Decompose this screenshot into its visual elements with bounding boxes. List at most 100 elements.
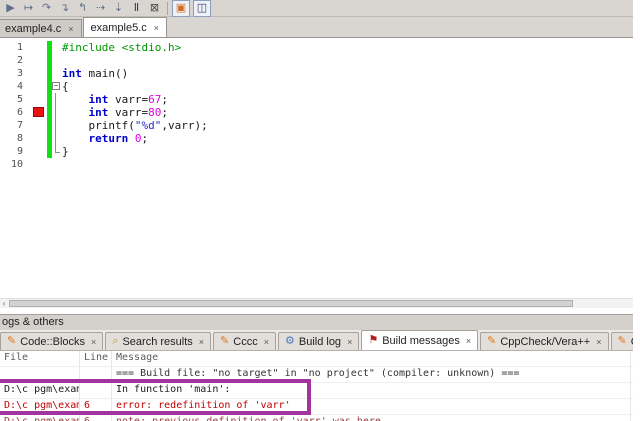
pause-debugger-button[interactable]: Ⅱ bbox=[129, 1, 144, 15]
fold-margin[interactable] bbox=[52, 67, 62, 80]
stop-debugger-button[interactable]: ⊠ bbox=[147, 1, 162, 15]
marker-margin[interactable] bbox=[26, 132, 47, 145]
code-editor[interactable]: 1 #include <stdio.h> 2 3 int main() 4 −{5 int … bbox=[0, 38, 633, 298]
code-line[interactable]: 6 int varr=80; bbox=[0, 106, 633, 119]
marker-margin[interactable] bbox=[26, 93, 47, 106]
scrollbar-thumb[interactable] bbox=[9, 300, 573, 307]
fold-guide-line bbox=[55, 106, 56, 119]
debug-toolbar: ▶ ↦ ↷ ↴ ↰ ⇢ ⇣ Ⅱ ⊠ ▣ ◫ bbox=[0, 0, 633, 17]
gear-icon: ⚙ bbox=[284, 335, 295, 347]
tab-close-icon[interactable]: × bbox=[68, 24, 73, 34]
build-messages-table: File Line Message === Build file: "no targe… bbox=[0, 351, 633, 421]
code-token: 67 bbox=[148, 93, 162, 106]
step-into-icon: ↴ bbox=[59, 1, 70, 14]
next-line-icon: ↷ bbox=[41, 1, 52, 14]
marker-margin[interactable] bbox=[26, 41, 47, 54]
table-row[interactable]: D:\c pgm\exam...6note: previous definiti… bbox=[0, 415, 633, 421]
logs-tab-build-messages[interactable]: ⚑ Build messages × bbox=[361, 330, 479, 350]
fold-margin[interactable] bbox=[52, 93, 62, 106]
code-token: ; bbox=[141, 132, 149, 145]
tab-close-icon[interactable]: × bbox=[199, 337, 204, 347]
next-instruction-button[interactable]: ⇢ bbox=[93, 1, 108, 15]
fold-collapse-icon[interactable]: − bbox=[52, 82, 60, 90]
codeblocks-window: ▶ ↦ ↷ ↴ ↰ ⇢ ⇣ Ⅱ ⊠ ▣ ◫ example4.c × example5.c × 1 #inc… bbox=[0, 0, 640, 421]
code-token: ; bbox=[161, 106, 168, 119]
logs-tab-cscope[interactable]: ✎Cscope× bbox=[610, 332, 633, 350]
fold-margin[interactable] bbox=[52, 132, 62, 145]
code-token: } bbox=[62, 145, 69, 158]
logs-panel-caption: ogs & others bbox=[0, 314, 633, 330]
code-line[interactable]: 9} bbox=[0, 145, 633, 158]
code-line[interactable]: 5 int varr=67; bbox=[0, 93, 633, 106]
code-text: } bbox=[62, 145, 633, 158]
line-number: 6 bbox=[16, 107, 23, 118]
logs-tab-label: Build log bbox=[298, 335, 342, 348]
scroll-left-arrow-icon[interactable]: ‹ bbox=[0, 299, 8, 308]
line-number: 1 bbox=[16, 42, 23, 53]
code-line[interactable]: 7 printf("%d",varr); bbox=[0, 119, 633, 132]
step-into-instruction-button[interactable]: ⇣ bbox=[111, 1, 126, 15]
debug-continue-button[interactable]: ▶ bbox=[3, 1, 18, 15]
marker-margin[interactable] bbox=[26, 119, 47, 132]
message-cell: note: previous definition of 'varr' was … bbox=[112, 415, 631, 421]
line-number: 10 bbox=[10, 159, 23, 170]
next-instruction-icon: ⇢ bbox=[95, 1, 106, 14]
logs-tab-code-blocks[interactable]: ✎ Code::Blocks × bbox=[0, 332, 104, 350]
code-line[interactable]: 10 bbox=[0, 158, 633, 171]
code-line[interactable]: 2 bbox=[0, 54, 633, 67]
run-to-cursor-button[interactable]: ↦ bbox=[21, 1, 36, 15]
fold-margin[interactable] bbox=[52, 158, 62, 171]
error-marker-icon bbox=[33, 107, 44, 117]
fold-margin[interactable] bbox=[52, 145, 62, 158]
tab-close-icon[interactable]: × bbox=[264, 337, 269, 347]
marker-margin[interactable] bbox=[26, 106, 47, 119]
tab-close-icon[interactable]: × bbox=[91, 337, 96, 347]
step-out-button[interactable]: ↰ bbox=[75, 1, 90, 15]
code-line[interactable]: 1 #include <stdio.h> bbox=[0, 41, 633, 54]
code-token: ,varr); bbox=[161, 119, 208, 132]
step-into-button[interactable]: ↴ bbox=[57, 1, 72, 15]
logs-panel-title: ogs & others bbox=[2, 316, 64, 328]
column-header: Line bbox=[80, 351, 112, 366]
next-line-button[interactable]: ↷ bbox=[39, 1, 54, 15]
marker-margin[interactable] bbox=[26, 158, 47, 171]
debugging-windows-button[interactable]: ▣ bbox=[172, 0, 190, 17]
code-line[interactable]: 8 return 0; bbox=[0, 132, 633, 145]
logs-tab-cppcheck-vera-[interactable]: ✎ CppCheck/Vera++ × bbox=[480, 332, 609, 350]
pause-debugger-icon: Ⅱ bbox=[133, 1, 140, 14]
tab-close-icon[interactable]: × bbox=[347, 337, 352, 347]
logs-tab-build-log[interactable]: ⚙ Build log × bbox=[277, 332, 360, 350]
toolbar-separator bbox=[167, 1, 168, 15]
fold-margin[interactable] bbox=[52, 106, 62, 119]
fold-margin[interactable] bbox=[52, 54, 62, 67]
code-token: 0 bbox=[134, 132, 142, 145]
code-line[interactable]: 4 −{ bbox=[0, 80, 633, 93]
logs-tab-cccc[interactable]: ✎ Cccc × bbox=[213, 332, 276, 350]
code-token: return bbox=[88, 132, 129, 145]
fold-margin[interactable] bbox=[52, 41, 62, 54]
editor-tab-example5-c[interactable]: example5.c × bbox=[82, 17, 168, 37]
pencil-icon: ✎ bbox=[220, 335, 230, 347]
tab-close-icon[interactable]: × bbox=[154, 23, 159, 33]
various-info-button[interactable]: ◫ bbox=[193, 0, 211, 17]
fold-margin[interactable]: − bbox=[52, 80, 62, 93]
fold-margin[interactable] bbox=[52, 119, 62, 132]
line-number: 3 bbox=[16, 68, 23, 79]
code-token: int bbox=[88, 93, 109, 106]
column-header: Message bbox=[112, 351, 631, 366]
marker-margin[interactable] bbox=[26, 80, 47, 93]
code-text: int varr=80; bbox=[62, 106, 633, 119]
editor-tab-example4-c[interactable]: example4.c × bbox=[0, 19, 82, 37]
editor-horizontal-scrollbar[interactable]: ‹ bbox=[0, 298, 633, 308]
tab-close-icon[interactable]: × bbox=[466, 336, 471, 346]
marker-margin[interactable] bbox=[26, 67, 47, 80]
marker-margin[interactable] bbox=[26, 145, 47, 158]
logs-tab-search-results[interactable]: ⌕ Search results × bbox=[105, 332, 212, 350]
line-number: 7 bbox=[16, 120, 23, 131]
file-cell: D:\c pgm\exam... bbox=[0, 415, 80, 421]
tab-close-icon[interactable]: × bbox=[596, 337, 601, 347]
code-line[interactable]: 3 int main() bbox=[0, 67, 633, 80]
marker-margin[interactable] bbox=[26, 54, 47, 67]
